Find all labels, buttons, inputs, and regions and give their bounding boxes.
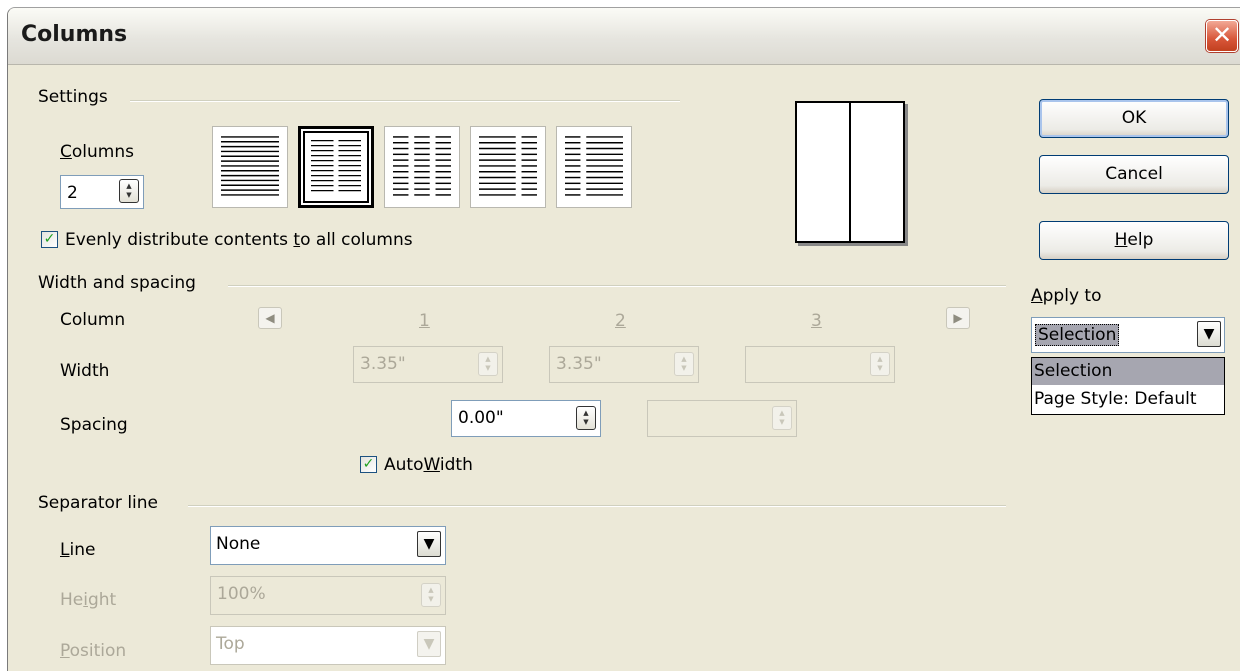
spacing-1-spin-buttons[interactable]: ▲ ▼ (576, 406, 596, 430)
width-column-3-field[interactable]: ▲ ▼ (745, 346, 895, 383)
columns-label: Columns (60, 142, 134, 162)
evenly-distribute-checkbox[interactable]: ✓ (41, 231, 58, 248)
height-value: 100% (217, 584, 266, 604)
apply-to-option-selection[interactable]: Selection (1032, 358, 1224, 385)
evenly-distribute-label: Evenly distribute contents to all column… (65, 230, 413, 250)
column-label: Column (60, 310, 126, 330)
settings-group-label: Settings (38, 87, 108, 107)
help-button[interactable]: Help (1039, 221, 1229, 260)
preset-left-wide[interactable] (470, 126, 546, 208)
separator-group-label: Separator line (38, 493, 159, 513)
spacing-2-spin-buttons[interactable]: ▲ ▼ (772, 406, 792, 430)
dialog-title: Columns (21, 22, 128, 47)
preset-1-column[interactable] (212, 126, 288, 208)
apply-to-chevron-down-icon[interactable]: ▼ (1197, 321, 1221, 347)
columns-dialog: Columns ✕ Settings Columns 2 ▲ ▼ ✓ Evenl… (7, 7, 1240, 671)
height-spin-buttons[interactable]: ▲ ▼ (421, 583, 441, 607)
dialog-body: Settings Columns 2 ▲ ▼ ✓ Evenly distribu… (8, 65, 1240, 671)
preset-right-wide[interactable] (556, 126, 632, 208)
spacing-1-value: 0.00" (458, 408, 504, 428)
column-header-3: 3 (811, 311, 822, 331)
cancel-button[interactable]: Cancel (1039, 155, 1229, 194)
columns-spin-buttons[interactable]: ▲ ▼ (119, 179, 139, 203)
position-select-value: Top (216, 634, 245, 654)
line-select[interactable]: None ▼ (210, 526, 446, 565)
width-spacing-group-label: Width and spacing (38, 273, 196, 293)
three-columns-icon (393, 136, 451, 196)
width-column-3-spin-buttons[interactable]: ▲ ▼ (870, 352, 890, 376)
preset-2-columns[interactable] (298, 126, 374, 208)
width-spacing-divider (228, 285, 1006, 287)
autowidth-checkbox[interactable]: ✓ (360, 456, 377, 473)
spacing-1-field[interactable]: 0.00" ▲ ▼ (451, 400, 601, 437)
line-select-value: None (216, 534, 261, 554)
two-columns-icon (311, 140, 361, 192)
column-header-2: 2 (615, 311, 626, 331)
columns-value: 2 (67, 183, 78, 203)
autowidth-label: AutoWidth (384, 455, 473, 475)
ok-button[interactable]: OK (1039, 99, 1229, 138)
preset-3-columns[interactable] (384, 126, 460, 208)
width-label: Width (60, 361, 110, 381)
settings-divider (130, 100, 680, 102)
width-column-2-value: 3.35" (556, 354, 602, 374)
height-label: Height (60, 590, 117, 610)
columns-spinner[interactable]: 2 ▲ ▼ (60, 175, 144, 209)
width-column-1-field[interactable]: 3.35" ▲ ▼ (353, 346, 503, 383)
apply-to-selected: Selection (1035, 324, 1120, 346)
apply-to-select[interactable]: Selection ▼ (1031, 317, 1225, 353)
width-column-1-value: 3.35" (360, 354, 406, 374)
columns-preview (795, 101, 905, 243)
arrow-left-icon[interactable]: ◀ (258, 307, 282, 329)
column-header-1: 1 (419, 311, 430, 331)
position-select[interactable]: Top ▼ (210, 626, 446, 665)
arrow-right-icon[interactable]: ▶ (946, 307, 970, 329)
position-label: Position (60, 641, 127, 661)
apply-to-option-page-style[interactable]: Page Style: Default (1032, 385, 1224, 413)
width-column-2-spin-buttons[interactable]: ▲ ▼ (674, 352, 694, 376)
spacing-label: Spacing (60, 415, 128, 435)
left-wide-columns-icon (479, 136, 537, 196)
position-chevron-down-icon[interactable]: ▼ (417, 631, 441, 657)
apply-to-label: Apply to (1031, 286, 1102, 306)
spacing-2-field[interactable]: ▲ ▼ (647, 400, 797, 437)
apply-to-dropdown-list: Selection Page Style: Default (1031, 357, 1225, 415)
separator-divider (188, 505, 1006, 507)
height-field[interactable]: 100% ▲ ▼ (210, 576, 446, 615)
width-column-1-spin-buttons[interactable]: ▲ ▼ (478, 352, 498, 376)
line-label: Line (60, 540, 96, 560)
title-bar: Columns ✕ (8, 8, 1240, 65)
right-wide-columns-icon (565, 136, 623, 196)
close-icon[interactable]: ✕ (1206, 20, 1238, 52)
one-column-icon (221, 136, 279, 196)
chevron-down-icon[interactable]: ▼ (417, 531, 441, 557)
width-column-2-field[interactable]: 3.35" ▲ ▼ (549, 346, 699, 383)
preview-column-divider (849, 103, 851, 241)
